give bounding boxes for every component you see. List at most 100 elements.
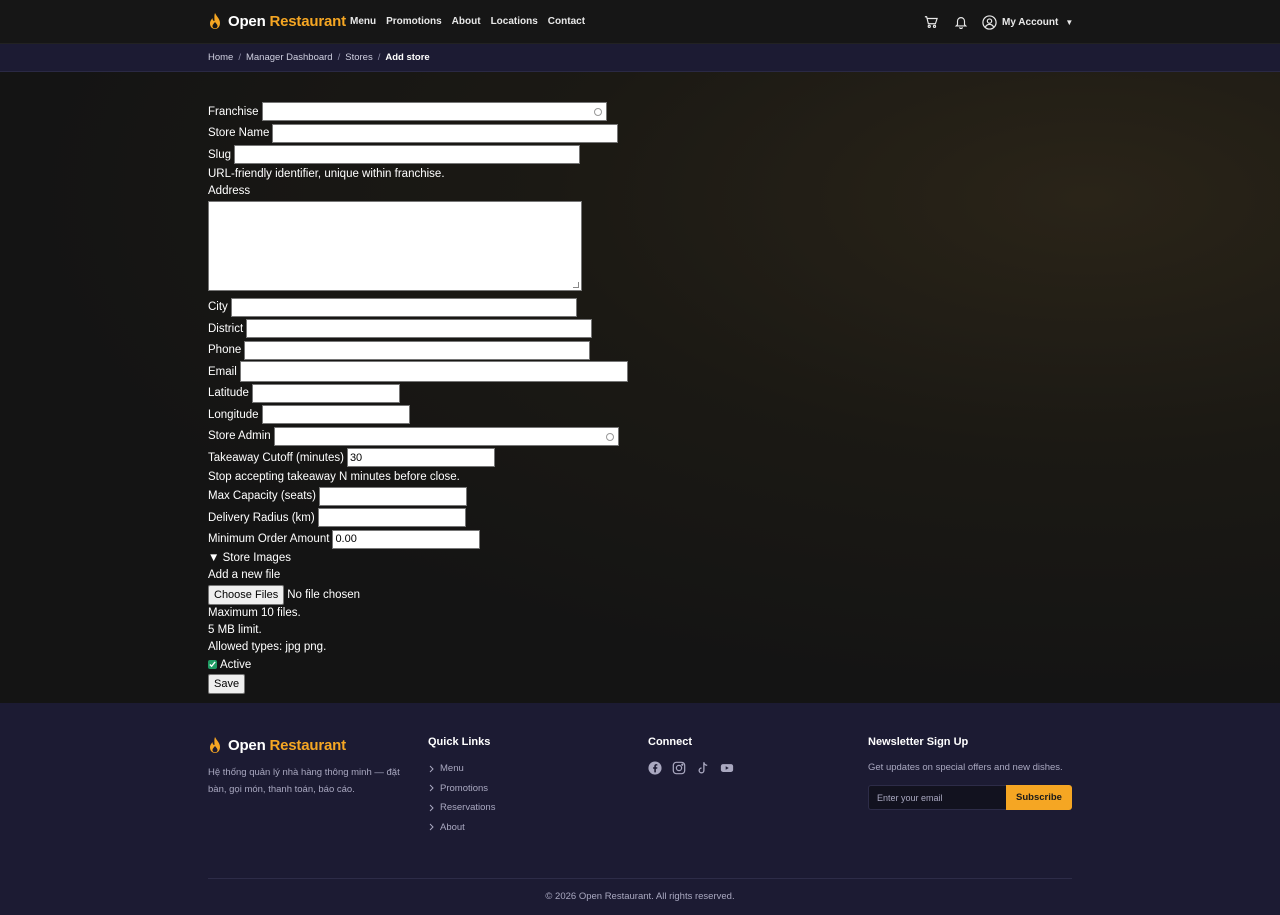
- chevron-right-icon: [429, 765, 434, 773]
- add-store-form: Franchise Store Name Slug URL-friendly i…: [208, 101, 628, 695]
- footer-connect: Connect: [648, 736, 734, 775]
- footer-link-about[interactable]: About: [428, 818, 495, 838]
- footer-link-label: Reservations: [440, 802, 496, 814]
- store-admin-select[interactable]: [273, 426, 619, 446]
- latitude-input[interactable]: [251, 383, 400, 403]
- top-navbar: Open Restaurant Menu Promotions About Lo…: [0, 0, 1280, 44]
- takeaway-input[interactable]: 30: [346, 448, 495, 468]
- brand-name: Open Restaurant: [228, 13, 346, 30]
- crumb-current: Add store: [385, 52, 430, 63]
- main-content: Franchise Store Name Slug URL-friendly i…: [0, 72, 1280, 703]
- delivery-radius-input[interactable]: [317, 508, 466, 528]
- footer-brand-restaurant: Restaurant: [269, 736, 347, 754]
- site-footer: Open Restaurant Hệ thống quản lý nhà hàn…: [0, 703, 1280, 915]
- footer-brand-open: Open: [228, 736, 266, 754]
- footer-link-label: About: [440, 821, 465, 833]
- phone-row: Phone: [208, 340, 628, 362]
- choose-files-button[interactable]: Choose Files: [208, 584, 285, 605]
- quick-links-title: Quick Links: [428, 736, 491, 748]
- footer-link-menu[interactable]: Menu: [428, 759, 495, 779]
- nav-about[interactable]: About: [452, 16, 481, 27]
- nav-menu[interactable]: Menu: [350, 16, 376, 27]
- header-actions: My Account ▼: [922, 13, 1073, 31]
- email-label: Email: [208, 365, 237, 378]
- franchise-select[interactable]: [261, 102, 607, 122]
- store-admin-label: Store Admin: [208, 430, 271, 443]
- brand-open: Open: [228, 12, 266, 30]
- active-label: Active: [220, 658, 252, 671]
- address-textarea[interactable]: [208, 200, 582, 291]
- breadcrumb: Home / Manager Dashboard / Stores / Add …: [208, 52, 430, 63]
- instagram-icon[interactable]: [672, 761, 686, 775]
- slug-input[interactable]: [234, 145, 581, 165]
- crumb-separator: /: [377, 52, 381, 63]
- main-nav: Menu Promotions About Locations Contact: [350, 16, 585, 27]
- district-row: District: [208, 318, 628, 340]
- user-circle-icon: [982, 14, 997, 30]
- takeaway-help-text: Stop accepting takeaway N minutes before…: [208, 470, 460, 483]
- district-input[interactable]: [246, 319, 593, 339]
- footer-link-reservations[interactable]: Reservations: [428, 798, 495, 818]
- store-name-input[interactable]: [272, 123, 619, 143]
- min-order-input[interactable]: 0.00: [332, 529, 481, 549]
- active-checkbox[interactable]: [208, 660, 217, 669]
- crumb-separator: /: [337, 52, 341, 63]
- youtube-icon[interactable]: [720, 761, 734, 775]
- nav-promotions[interactable]: Promotions: [386, 16, 442, 27]
- no-file-text: No file chosen: [287, 588, 361, 601]
- longitude-input[interactable]: [261, 405, 410, 425]
- footer-divider: [208, 878, 1072, 879]
- max-files-text: Maximum 10 files.: [208, 607, 301, 619]
- slug-row: Slug: [208, 144, 628, 166]
- footer-about: Open Restaurant Hệ thống quản lý nhà hàn…: [208, 736, 418, 798]
- newsletter-email-input[interactable]: Enter your email: [868, 785, 1006, 810]
- franchise-row: Franchise: [208, 101, 628, 123]
- flame-icon: [210, 13, 220, 29]
- footer-link-promotions[interactable]: Promotions: [428, 779, 495, 799]
- subscribe-button[interactable]: Subscribe: [1006, 785, 1072, 810]
- crumb-stores[interactable]: Stores: [345, 52, 372, 63]
- phone-input[interactable]: [244, 340, 591, 360]
- nav-contact[interactable]: Contact: [548, 16, 585, 27]
- allowed-types-text: Allowed types: jpg png.: [208, 641, 327, 653]
- facebook-icon[interactable]: [648, 761, 662, 775]
- footer-quick-links: Quick Links Menu Promotions Reservations…: [428, 736, 495, 837]
- crumb-manager-dashboard[interactable]: Manager Dashboard: [246, 52, 333, 63]
- brand-logo[interactable]: Open Restaurant: [208, 12, 346, 30]
- footer-brand-name: Open Restaurant: [228, 737, 346, 754]
- min-order-label: Minimum Order Amount: [208, 533, 330, 546]
- chevron-right-icon: [429, 823, 434, 831]
- social-links: [648, 761, 734, 775]
- quick-links-list: Menu Promotions Reservations About: [428, 759, 495, 837]
- caret-down-icon: ▼: [1065, 17, 1074, 27]
- delivery-label: Delivery Radius (km): [208, 511, 315, 524]
- tiktok-icon[interactable]: [696, 761, 710, 775]
- email-input[interactable]: [239, 361, 628, 383]
- newsletter-description: Get updates on special offers and new di…: [868, 762, 1063, 773]
- save-button[interactable]: Save: [208, 674, 246, 694]
- store-admin-row: Store Admin: [208, 426, 628, 448]
- account-label: My Account: [1002, 16, 1059, 28]
- cart-icon[interactable]: [922, 13, 940, 31]
- longitude-row: Longitude: [208, 404, 628, 426]
- footer-brand[interactable]: Open Restaurant: [208, 736, 418, 754]
- capacity-input[interactable]: [319, 486, 468, 506]
- chevron-right-icon: [429, 784, 434, 792]
- city-input[interactable]: [230, 297, 577, 317]
- bell-icon[interactable]: [952, 13, 970, 31]
- brand-restaurant: Restaurant: [269, 12, 347, 30]
- nav-locations[interactable]: Locations: [491, 16, 538, 27]
- account-menu[interactable]: My Account ▼: [982, 14, 1074, 30]
- chevron-right-icon: [429, 804, 434, 812]
- footer-link-label: Promotions: [440, 782, 489, 794]
- crumb-home[interactable]: Home: [208, 52, 233, 63]
- footer-newsletter: Newsletter Sign Up Get updates on specia…: [868, 736, 1072, 810]
- crumb-separator: /: [238, 52, 241, 63]
- connect-title: Connect: [648, 736, 692, 748]
- store-name-row: Store Name: [208, 123, 628, 145]
- latitude-row: Latitude: [208, 383, 628, 405]
- latitude-label: Latitude: [208, 387, 249, 400]
- copyright-text: © 2026 Open Restaurant. All rights reser…: [545, 891, 735, 902]
- store-images-toggle[interactable]: ▼ Store Images: [208, 550, 628, 567]
- takeaway-label: Takeaway Cutoff (minutes): [208, 451, 344, 464]
